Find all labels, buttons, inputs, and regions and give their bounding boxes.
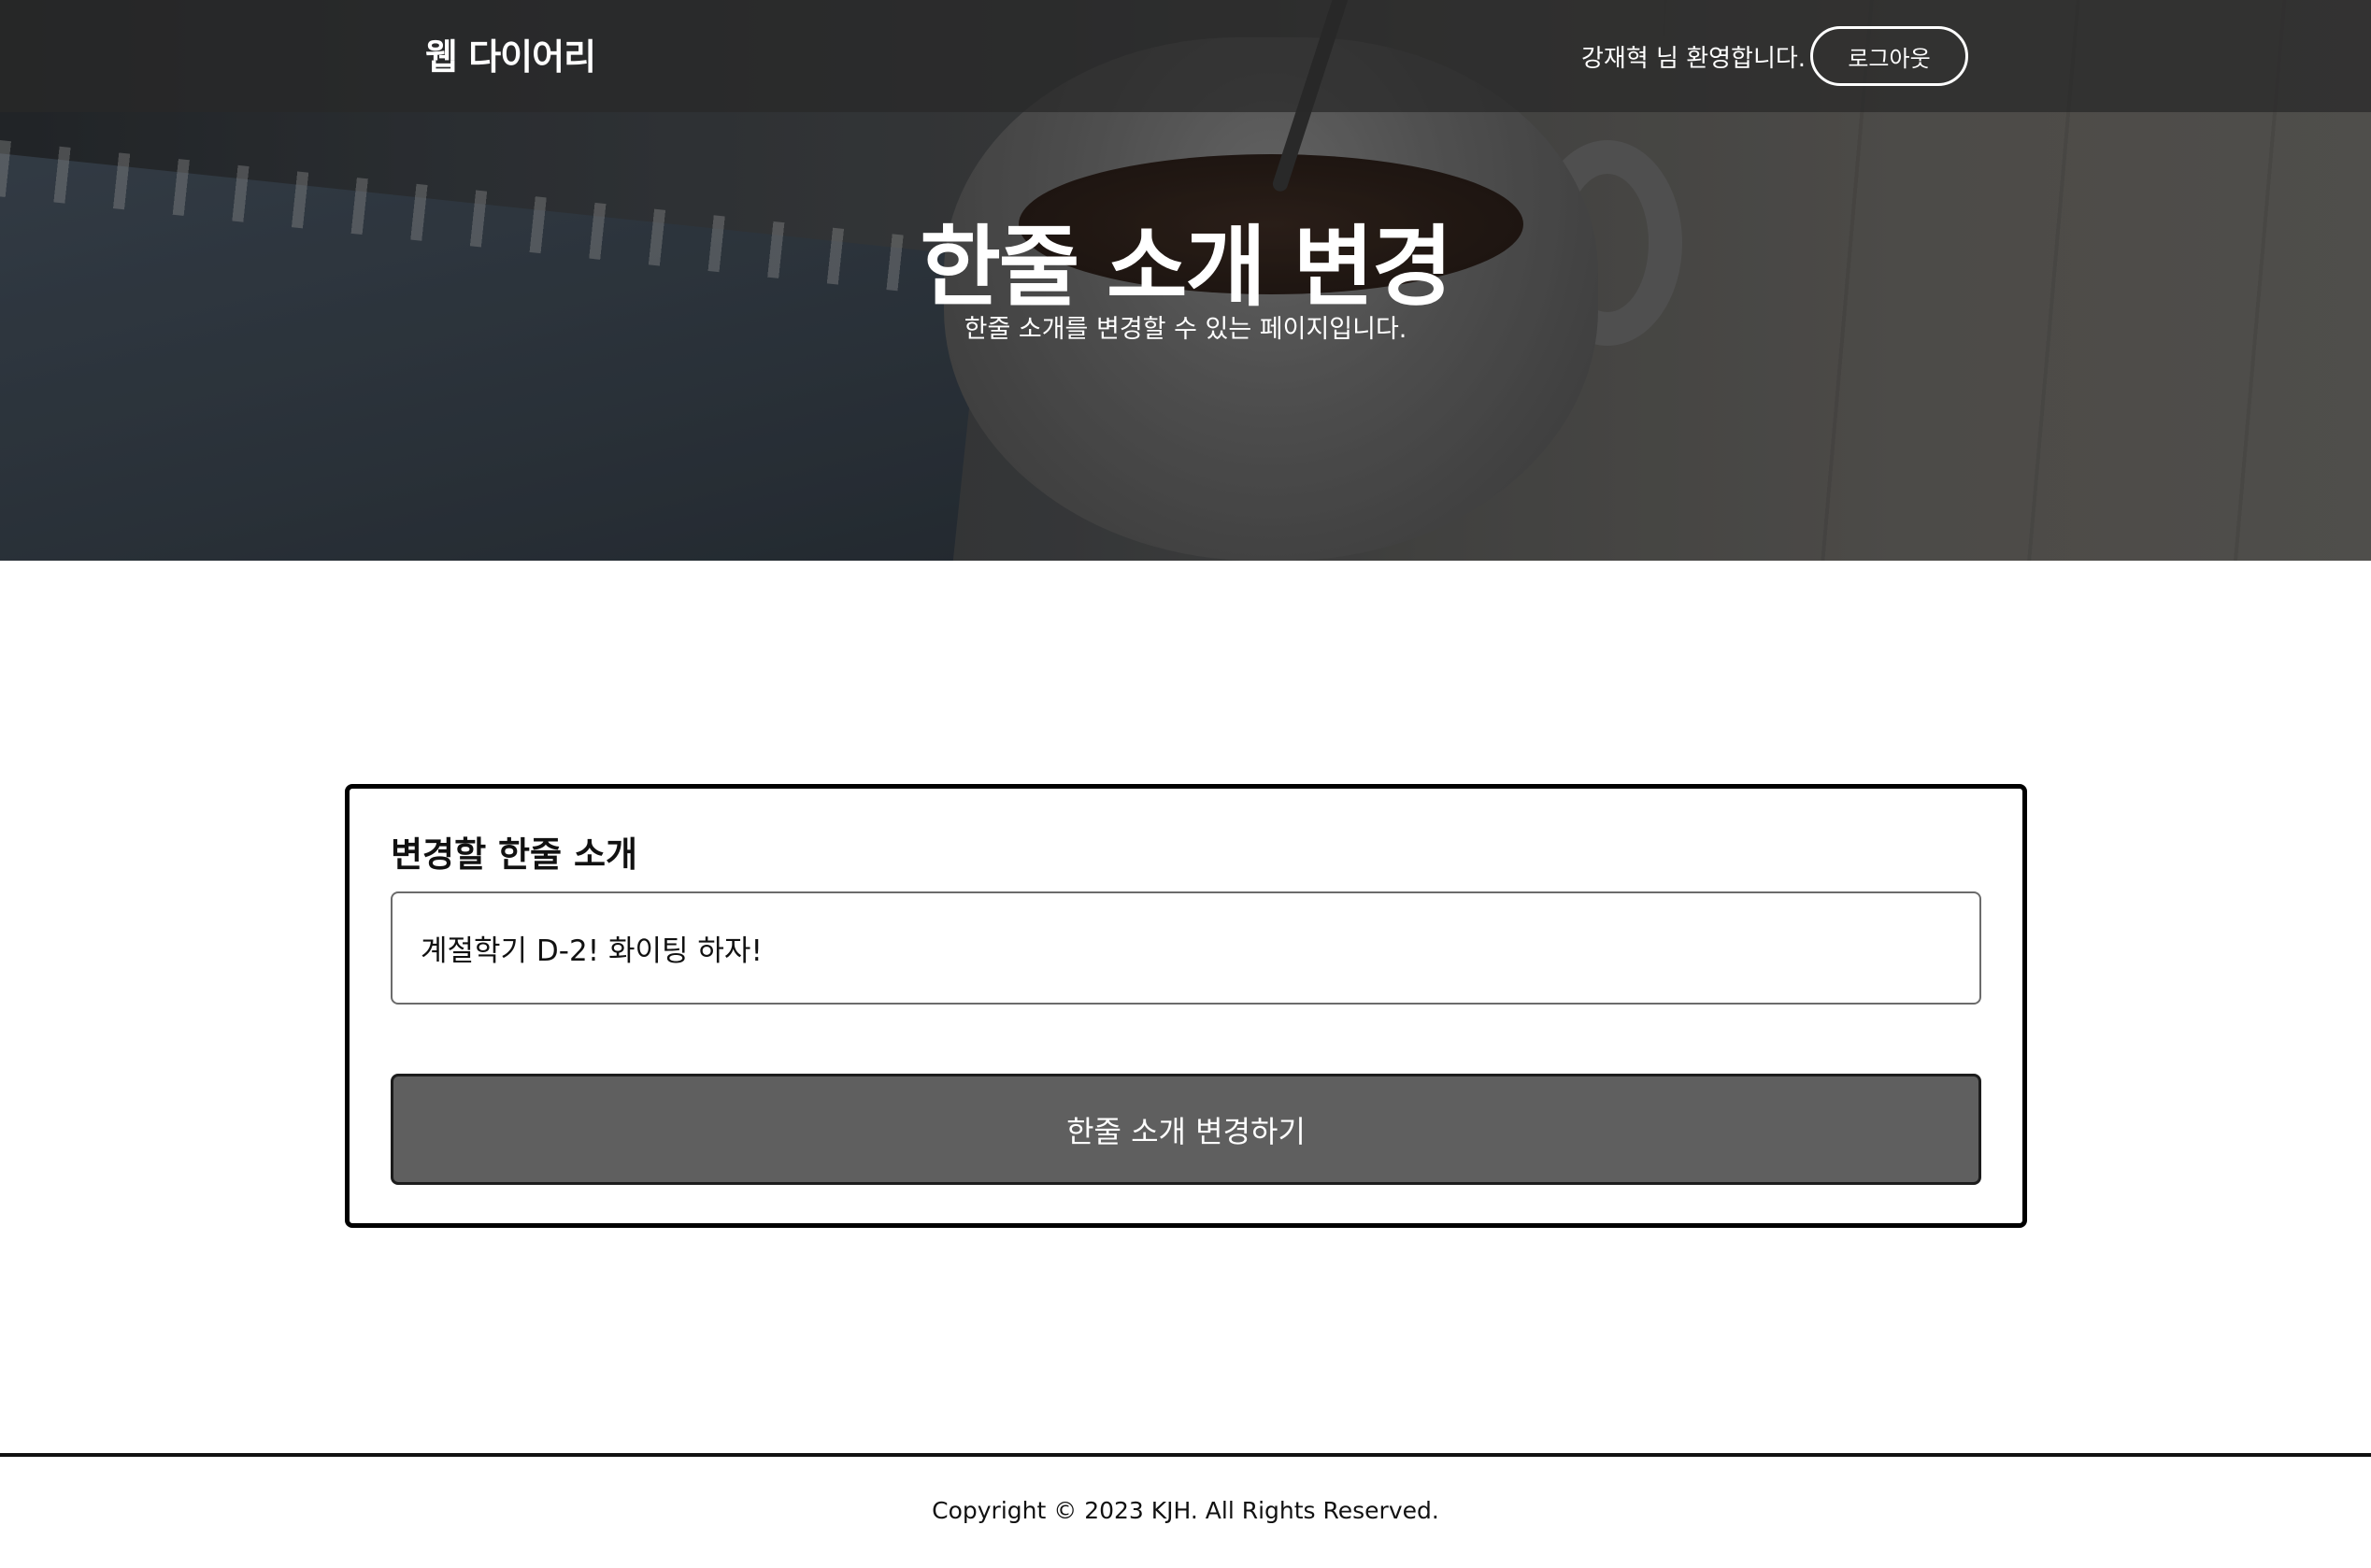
page-subtitle: 한줄 소개를 변경할 수 있는 페이지입니다. xyxy=(964,315,1407,344)
footer-divider xyxy=(0,1453,2371,1457)
intro-field-label: 변경할 한줄 소개 xyxy=(391,834,638,875)
page-title: 한줄 소개 변경 xyxy=(920,217,1452,319)
intro-input[interactable] xyxy=(391,891,1981,1005)
brand-link[interactable]: 웹 다이어리 xyxy=(425,28,596,79)
copyright-text: Copyright © 2023 KJH. All Rights Reserve… xyxy=(932,1497,1439,1524)
logout-button[interactable]: 로그아웃 xyxy=(1810,26,1968,86)
intro-change-form: 변경할 한줄 소개 한줄 소개 변경하기 xyxy=(345,784,2027,1228)
welcome-text: 강재혁 님 환영합니다. xyxy=(1581,45,1807,73)
navbar: 웹 다이어리 강재혁 님 환영합니다. 로그아웃 xyxy=(0,0,2371,112)
hero-banner: 웹 다이어리 강재혁 님 환영합니다. 로그아웃 한줄 소개 변경 한줄 소개를… xyxy=(0,0,2371,561)
change-intro-button[interactable]: 한줄 소개 변경하기 xyxy=(391,1074,1981,1185)
